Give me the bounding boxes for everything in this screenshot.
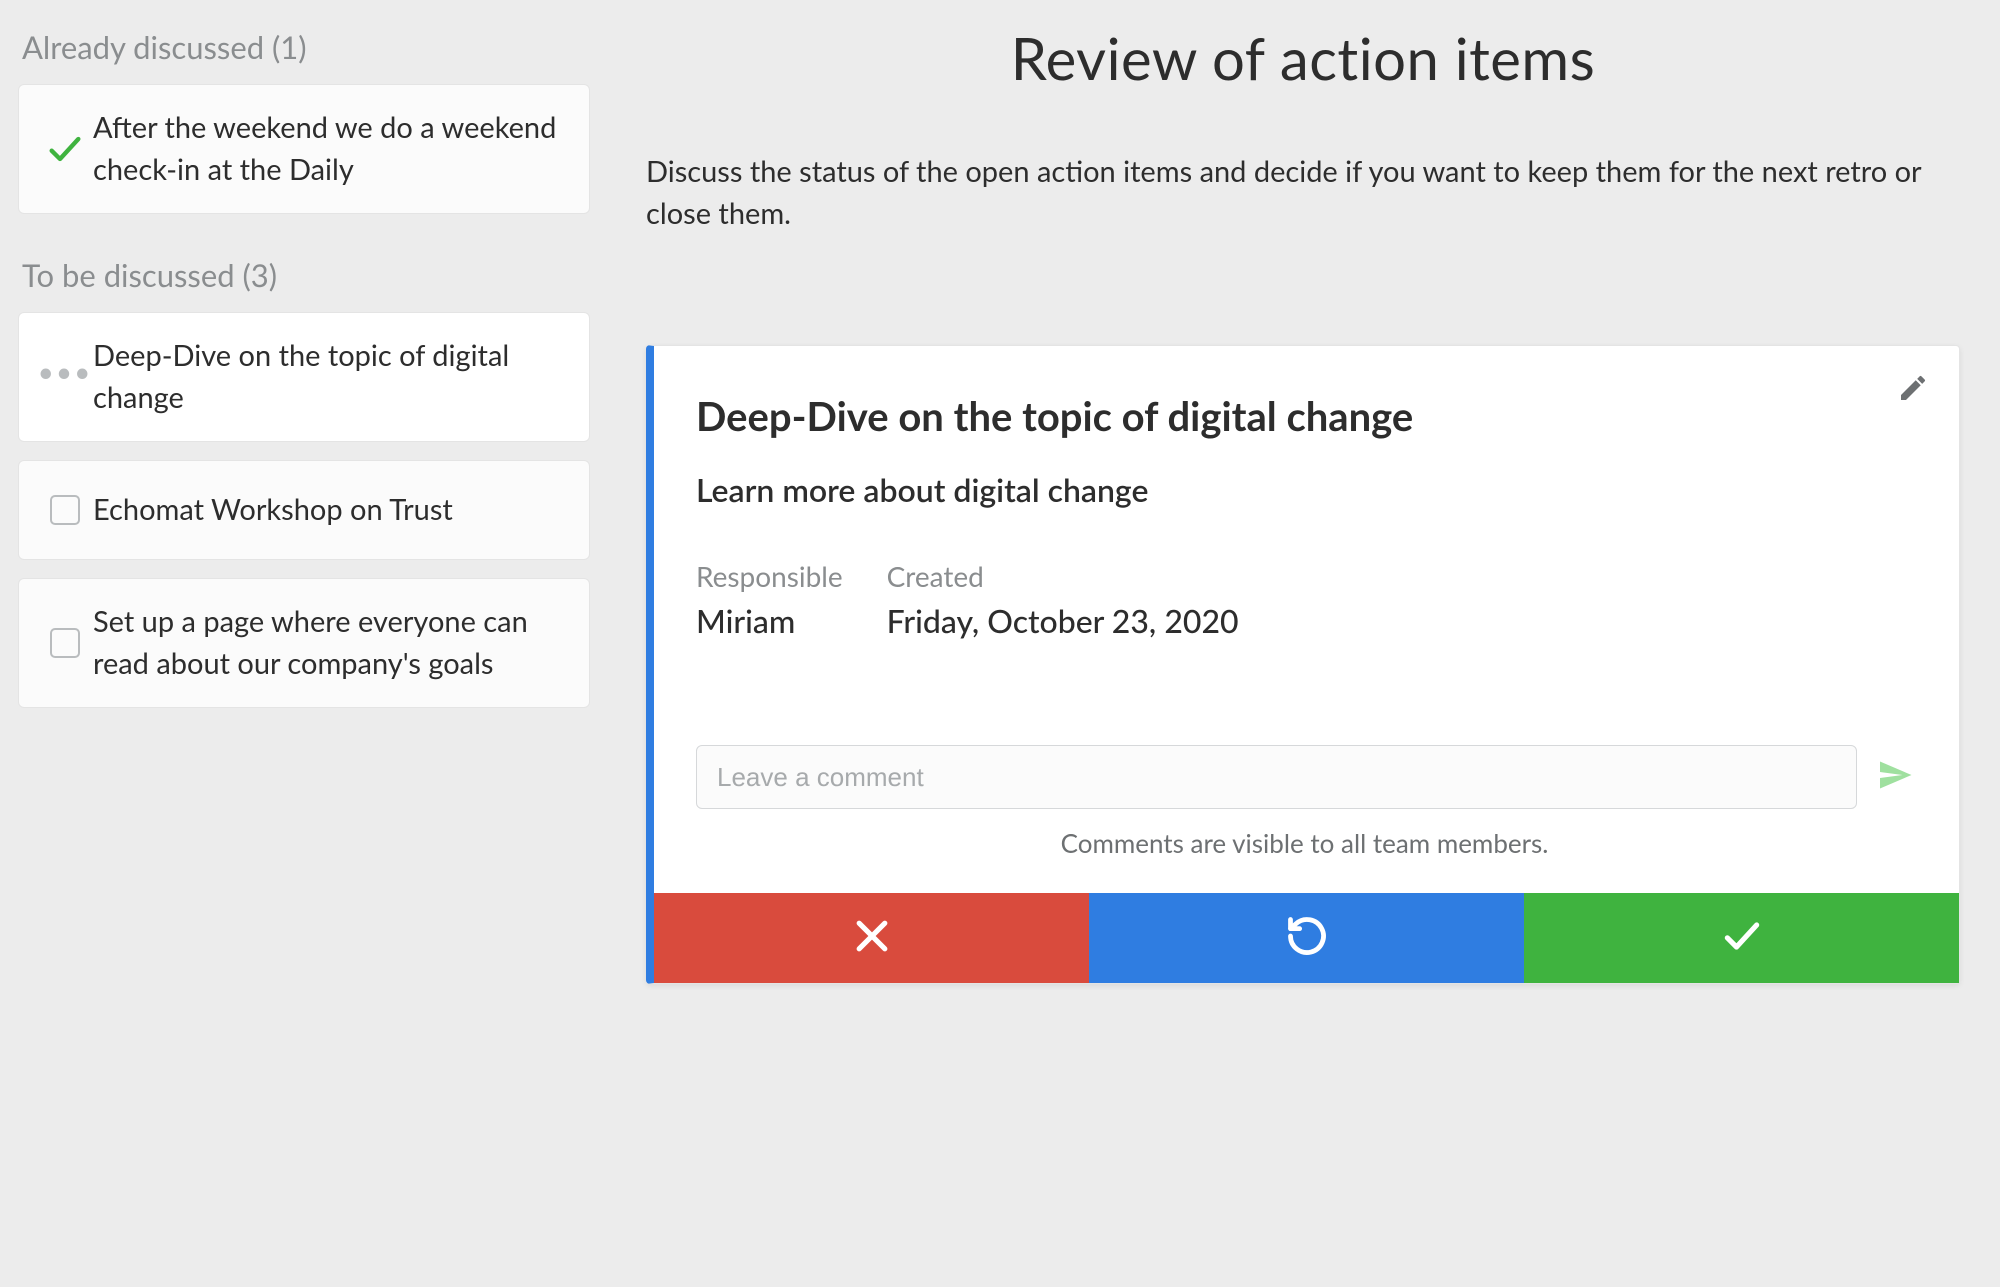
- checkmark-icon: [1720, 914, 1764, 962]
- detail-meta: Responsible Miriam Created Friday, Octob…: [696, 559, 1913, 640]
- detail-title: Deep-Dive on the topic of digital change: [696, 392, 1913, 440]
- ellipsis-icon: •••: [37, 363, 93, 391]
- action-item-detail-card: Deep-Dive on the topic of digital change…: [646, 345, 1960, 984]
- discussed-item[interactable]: After the weekend we do a weekend check-…: [18, 84, 590, 214]
- already-discussed-header: Already discussed (1): [22, 28, 590, 66]
- page-description: Discuss the status of the open action it…: [646, 151, 1960, 235]
- refresh-icon: [1285, 914, 1329, 962]
- meta-value: Miriam: [696, 601, 843, 640]
- list-item-label: Set up a page where everyone can read ab…: [93, 601, 571, 685]
- comment-input[interactable]: [696, 745, 1857, 809]
- meta-value: Friday, October 23, 2020: [887, 601, 1239, 640]
- complete-action-button[interactable]: [1524, 893, 1959, 983]
- comment-row: [696, 745, 1913, 809]
- meta-label: Created: [887, 559, 1239, 593]
- checkbox-empty-icon[interactable]: [37, 495, 93, 525]
- detail-body: Deep-Dive on the topic of digital change…: [654, 346, 1959, 893]
- comment-visibility-note: Comments are visible to all team members…: [696, 827, 1913, 859]
- list-item-label: After the weekend we do a weekend check-…: [93, 107, 571, 191]
- to-discuss-item[interactable]: Set up a page where everyone can read ab…: [18, 578, 590, 708]
- detail-subtitle: Learn more about digital change: [696, 470, 1913, 509]
- list-item-label: Echomat Workshop on Trust: [93, 489, 571, 531]
- to-discuss-item[interactable]: ••• Deep-Dive on the topic of digital ch…: [18, 312, 590, 442]
- main-content: Review of action items Discuss the statu…: [610, 20, 1982, 1269]
- send-comment-button[interactable]: [1877, 757, 1913, 797]
- defer-action-button[interactable]: [1089, 893, 1524, 983]
- checkmark-icon: [37, 129, 93, 169]
- close-icon: [850, 914, 894, 962]
- to-discuss-item[interactable]: Echomat Workshop on Trust: [18, 460, 590, 560]
- app-root: Already discussed (1) After the weekend …: [0, 0, 2000, 1287]
- checkbox-empty-icon[interactable]: [37, 628, 93, 658]
- to-be-discussed-header: To be discussed (3): [22, 256, 590, 294]
- page-title: Review of action items: [646, 24, 1960, 93]
- meta-created: Created Friday, October 23, 2020: [887, 559, 1239, 640]
- edit-button[interactable]: [1897, 372, 1929, 408]
- detail-footer-actions: [654, 893, 1959, 983]
- list-item-label: Deep-Dive on the topic of digital change: [93, 335, 571, 419]
- meta-responsible: Responsible Miriam: [696, 559, 843, 640]
- meta-label: Responsible: [696, 559, 843, 593]
- sidebar: Already discussed (1) After the weekend …: [18, 20, 610, 1269]
- close-action-button[interactable]: [654, 893, 1089, 983]
